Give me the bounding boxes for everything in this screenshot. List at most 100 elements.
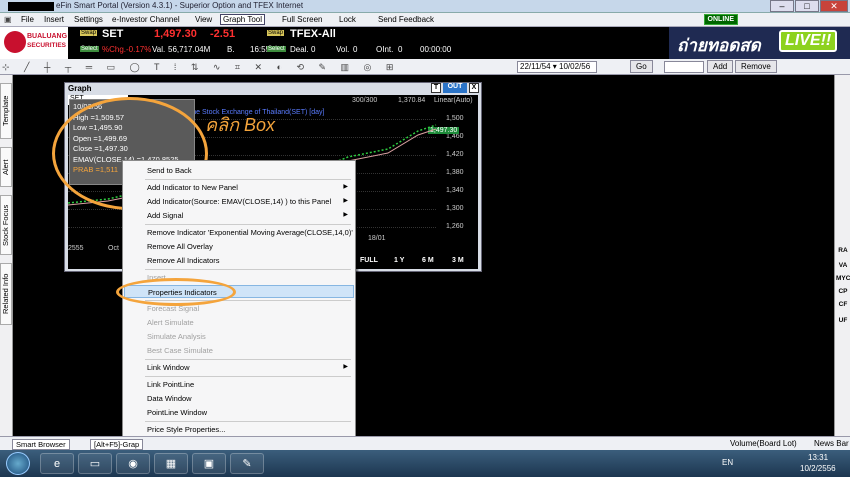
tab-related-info[interactable]: Related Info [0,263,12,325]
y-tick: 1,500 [446,115,464,122]
menu-view[interactable]: View [195,15,212,24]
menu-full-screen[interactable]: Full Screen [282,15,322,24]
quote-change: -2.51 [210,28,236,40]
remove-button[interactable]: Remove [735,60,777,73]
range-3m[interactable]: 3 M [452,257,464,264]
folder-icon[interactable]: ▭ [78,453,112,474]
live-banner[interactable]: ถ่ายทอดสด LIVE!! [669,27,850,59]
app-icon-3[interactable]: ✎ [230,453,264,474]
y-tick: 1,380 [446,169,464,176]
oint-value: 0 [398,45,403,54]
date-range-input[interactable]: 22/11/54 ▾ 10/02/56 [517,61,597,73]
graph-shortcut-tab[interactable]: [Alt+F5]-Grap [90,439,144,450]
menu-einvestor[interactable]: e-Investor Channel [112,15,180,24]
deal-label: Deal. [290,45,309,54]
oint-label: OInt. [376,45,394,54]
add-button[interactable]: Add [707,60,734,73]
annotation-text: คลิก Box [205,115,275,135]
cp-button[interactable]: CP [836,288,850,295]
menu-bar: ▣ File Insert Settings e-Investor Channe… [0,13,850,27]
logo-line2: SECURITIES [27,42,67,49]
graph-close-button[interactable]: X [469,83,479,93]
windows-taskbar: e ▭ ◉ ▦ ▣ ✎ EN 13:31 10/2/2556 [0,450,850,477]
quote-pct-change: %Chg.-0.17% [102,45,152,54]
menu-lock[interactable]: Lock [339,15,356,24]
context-menu-item[interactable]: Add Indicator(Source: EMAV(CLOSE,14) ) t… [124,195,354,208]
swap-button-tfex[interactable]: Swap [267,30,285,36]
menu-separator [145,179,351,180]
quote-value-unit: B. [227,45,235,54]
context-menu-item[interactable]: Send to Back [124,164,354,177]
app-icon-1[interactable]: ▦ [154,453,188,474]
start-button-icon[interactable] [6,452,30,475]
swap-button[interactable]: Swap [80,30,98,36]
drawing-tools-icon[interactable]: ⊹ ╱ ┼ ┬ ═ ▭ ◯ T ⁞ ⇅ ∿ ⌗ ✕ ◐ ⟲ ✎ ▥ ◎ ⊞ [2,62,399,73]
maximize-button[interactable]: □ [795,0,819,12]
context-menu-item[interactable]: Price Style Properties... [124,423,354,436]
context-menu-item[interactable]: Data Window [124,392,354,405]
myc-button[interactable]: MYC [836,275,850,282]
y-tick: 1,460 [446,133,464,140]
t-button[interactable]: T [431,83,441,93]
select-button-tfex[interactable]: Select [267,46,286,52]
clock-time[interactable]: 13:31 [808,453,828,462]
menu-settings[interactable]: Settings [74,15,103,24]
go-button[interactable]: Go [630,60,653,73]
menu-graph-tool[interactable]: Graph Tool [220,14,265,25]
context-menu-item-label: Remove All Overlay [147,242,213,251]
context-menu-item: Alert Simulate [124,316,354,329]
ra-button[interactable]: RA [836,247,850,254]
context-menu-item[interactable]: Link Window ▶ [124,361,354,374]
bottom-bar: Smart Browser [Alt+F5]-Grap Volume(Board… [0,436,850,450]
chrome-icon[interactable]: ◉ [116,453,150,474]
live-banner-text: ถ่ายทอดสด [677,36,761,55]
va-button[interactable]: VA [836,262,850,269]
select-button[interactable]: Select [80,46,99,52]
ie-icon[interactable]: e [40,453,74,474]
cf-button[interactable]: CF [836,301,850,308]
symbol-input[interactable] [664,61,704,73]
context-menu-item-label: Add Indicator to New Panel [147,183,238,192]
range-6m[interactable]: 6 M [422,257,434,264]
context-menu-item[interactable]: Remove All Overlay [124,240,354,253]
volume-board-lot[interactable]: Volume(Board Lot) [730,439,797,448]
window-title: eFin Smart Portal (Version 4.3.1) - Supe… [56,1,304,10]
range-full[interactable]: FULL [360,257,378,264]
submenu-arrow-icon: ▶ [343,212,348,218]
menu-send-feedback[interactable]: Send Feedback [378,15,434,24]
out-button[interactable]: OUT [443,83,467,93]
submenu-arrow-icon: ▶ [343,198,348,204]
context-menu-item[interactable]: Add Indicator to New Panel ▶ [124,181,354,194]
context-menu-item[interactable]: Link PointLine [124,378,354,391]
context-menu-item: Best Case Simulate [124,344,354,357]
left-side-bar: Template Alert Stock Focus Related Info [0,75,13,436]
tfex-time: 00:00:00 [420,45,452,54]
news-bar-toggle[interactable]: News Bar [814,439,849,448]
smart-browser-tab[interactable]: Smart Browser [12,439,70,450]
tab-alert[interactable]: Alert [0,147,12,187]
language-indicator[interactable]: EN [722,458,733,467]
tab-stock-focus[interactable]: Stock Focus [0,195,12,255]
context-menu-item-label: Link Window [147,363,190,372]
y-tick: 1,300 [446,205,464,212]
quote-value-label: Val. [152,45,166,54]
clock-date[interactable]: 10/2/2556 [800,464,836,473]
tab-template[interactable]: Template [0,83,12,139]
chart-scale[interactable]: Linear(Auto) [434,97,473,104]
context-menu-item[interactable]: Remove All Indicators [124,254,354,267]
app-icon-2[interactable]: ▣ [192,453,226,474]
menu-insert[interactable]: Insert [44,15,64,24]
uf-button[interactable]: UF [836,317,850,324]
vol-value: 0 [353,45,358,54]
x-label-oct: Oct [108,245,119,252]
context-menu-item[interactable]: Add Signal ▶ [124,209,354,222]
context-menu-item[interactable]: Remove Indicator 'Exponential Moving Ave… [124,226,354,239]
context-menu-item[interactable]: PointLine Window [124,406,354,419]
close-window-button[interactable]: ✕ [820,0,848,12]
menu-file[interactable]: File [21,15,34,24]
range-1y[interactable]: 1 Y [394,257,404,264]
context-menu-item-label: Add Signal [147,211,184,220]
minimize-button[interactable]: – [770,0,794,12]
tfex-symbol: TFEX-All [290,28,336,40]
chart-last: 1,370.84 [398,97,426,104]
